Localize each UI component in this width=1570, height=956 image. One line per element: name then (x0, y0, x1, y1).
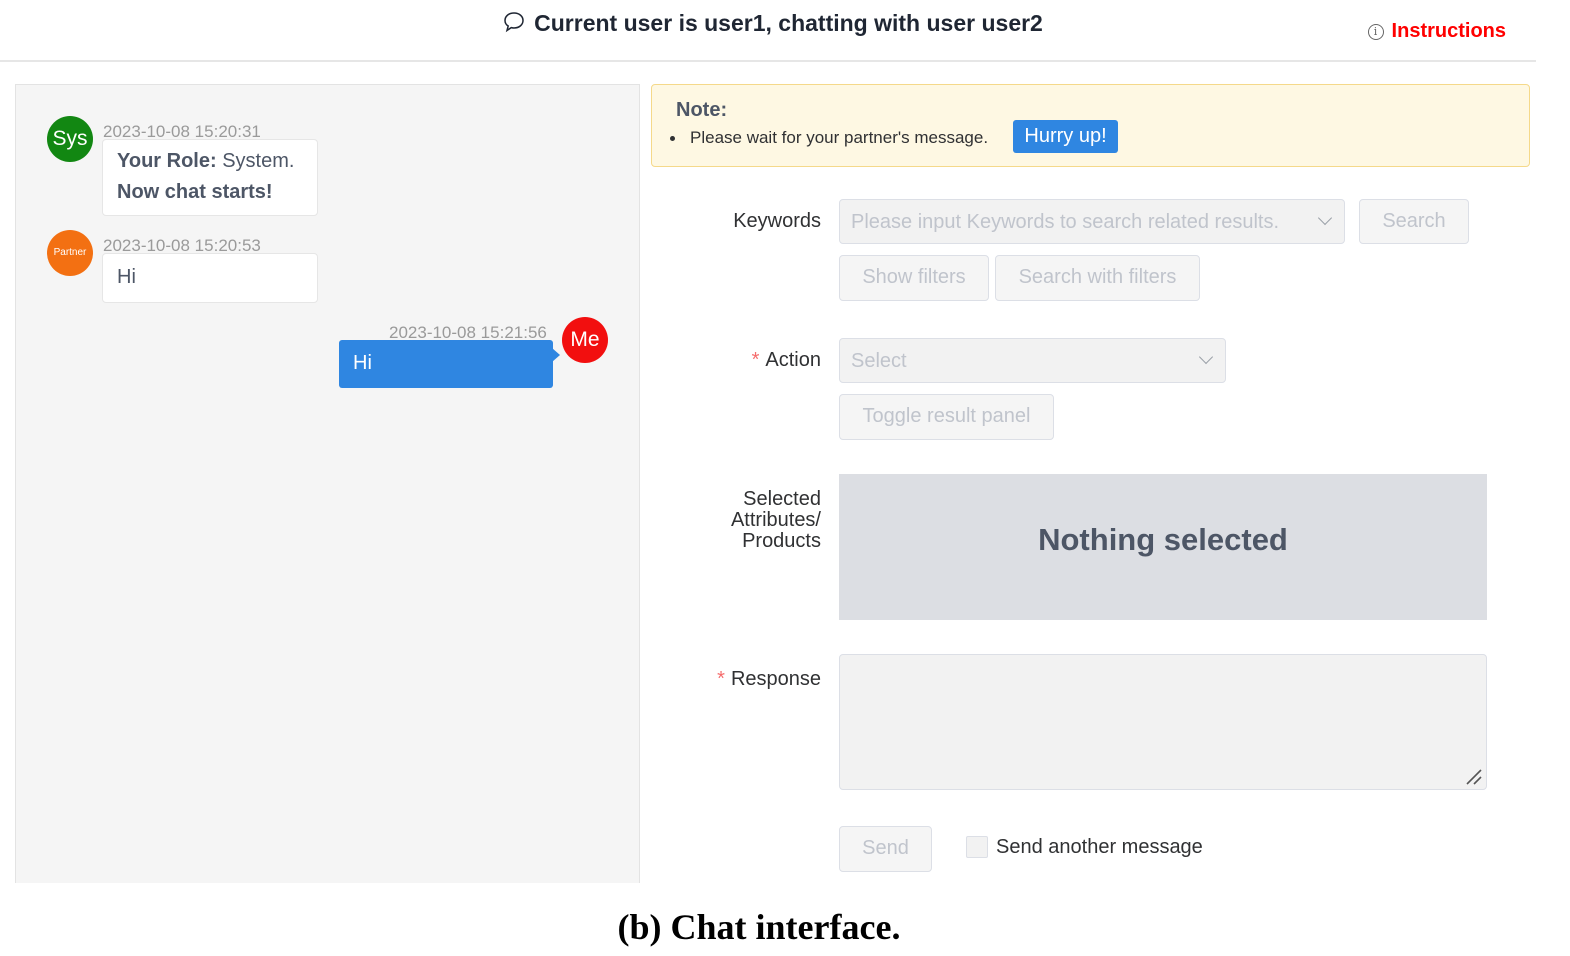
partner-message-bubble: Hi (102, 253, 318, 303)
role-prefix: Your Role: (117, 150, 217, 172)
bullet-icon (670, 136, 675, 141)
send-another-label[interactable]: Send another message (996, 836, 1203, 859)
avatar-sys: Sys (47, 116, 93, 162)
note-text: Please wait for your partner's message. (690, 128, 989, 147)
resize-handle-icon[interactable] (1465, 768, 1483, 786)
search-button[interactable]: Search (1359, 199, 1469, 244)
message-text: Hi (353, 352, 372, 374)
required-asterisk: * (751, 349, 760, 371)
info-icon: i (1367, 24, 1384, 40)
chat-bubble-icon (502, 10, 526, 40)
search-with-filters-button[interactable]: Search with filters (995, 255, 1200, 301)
response-textarea[interactable] (839, 654, 1487, 790)
nothing-selected-text: Nothing selected (1038, 522, 1288, 557)
note-title: Note: (676, 99, 728, 121)
keywords-placeholder: Please input Keywords to search related … (851, 211, 1279, 233)
keywords-label: Keywords (733, 210, 821, 232)
hurry-up-button[interactable]: Hurry up! (1013, 120, 1118, 153)
action-label: * Action (621, 349, 821, 372)
avatar-partner: Partner (47, 230, 93, 276)
keywords-select[interactable]: Please input Keywords to search related … (839, 199, 1345, 244)
action-label-text: Action (765, 349, 821, 371)
role-value: System. (222, 150, 295, 172)
selected-items-panel: Nothing selected (839, 474, 1487, 620)
instructions-link[interactable]: i Instructions (1367, 20, 1506, 43)
response-label: * Response (621, 668, 821, 691)
bubble-tail (552, 348, 560, 362)
chevron-down-icon (1317, 210, 1333, 226)
my-message-bubble: Hi (339, 340, 560, 388)
chevron-down-icon (1198, 349, 1214, 365)
chat-panel[interactable]: Sys 2023-10-08 15:20:31 Your Role: Syste… (15, 84, 640, 883)
send-another-checkbox[interactable] (966, 836, 988, 858)
selected-label: Selected Attributes/ Products (621, 489, 821, 552)
required-asterisk: * (717, 668, 725, 690)
instructions-label: Instructions (1391, 20, 1506, 42)
note-box: Note: Please wait for your partner's mes… (651, 84, 1530, 167)
selected-label-line3: Products (742, 530, 821, 552)
system-message-bubble: Your Role: System. Now chat starts! (102, 139, 318, 216)
page-title-text: Current user is user1, chatting with use… (534, 10, 1043, 36)
selected-label-line1: Selected (743, 488, 821, 510)
action-select[interactable]: Select (839, 338, 1226, 383)
page-title: Current user is user1, chatting with use… (0, 10, 1545, 40)
selected-label-line2: Attributes/ (730, 509, 821, 531)
send-button[interactable]: Send (839, 826, 932, 872)
show-filters-button[interactable]: Show filters (839, 255, 989, 301)
response-label-text: Response (730, 668, 821, 690)
toggle-result-panel-button[interactable]: Toggle result panel (839, 394, 1054, 440)
chat-start-text: Now chat starts! (117, 181, 273, 203)
figure-caption: (b) Chat interface. (617, 907, 901, 947)
message-text: Hi (117, 266, 136, 288)
action-placeholder: Select (851, 350, 907, 372)
avatar-me: Me (562, 317, 608, 363)
